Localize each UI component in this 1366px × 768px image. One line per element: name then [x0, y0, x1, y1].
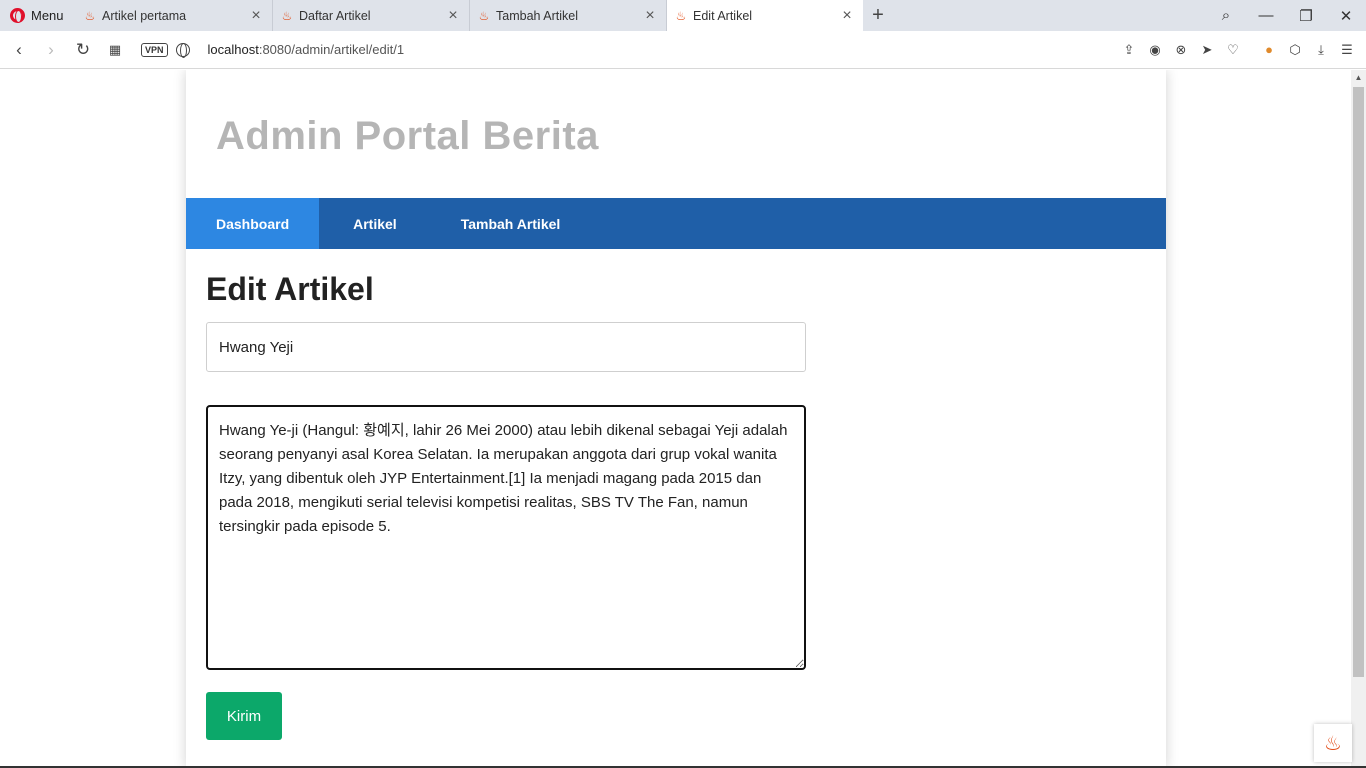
browser-tab[interactable]: ♨ Daftar Artikel ×	[273, 0, 470, 31]
settings-icon[interactable]: ☰	[1334, 42, 1360, 58]
forward-icon[interactable]: ›	[35, 40, 67, 60]
back-icon[interactable]: ‹	[3, 40, 35, 60]
tabs-grid-icon[interactable]: ▦	[99, 42, 131, 58]
minimize-icon[interactable]: —	[1246, 7, 1286, 24]
tab-title: Daftar Artikel	[299, 8, 371, 23]
fire-icon: ♨	[281, 8, 293, 23]
close-window-icon[interactable]: ✕	[1326, 7, 1366, 25]
cube-icon[interactable]: ⬡	[1282, 42, 1308, 58]
submit-button[interactable]: Kirim	[206, 692, 282, 740]
fire-icon: ♨	[478, 8, 490, 23]
search-icon[interactable]: ⌕	[1206, 7, 1246, 24]
opera-logo-icon	[10, 8, 25, 23]
tab-title: Tambah Artikel	[496, 8, 578, 23]
toolbar-icons: ⇪ ◉ ⊗ ➤ ♡ ● ⬡ ⤓ ☰	[1116, 42, 1366, 58]
page-container: Admin Portal Berita Dashboard Artikel Ta…	[186, 70, 1166, 768]
send-icon[interactable]: ➤	[1194, 42, 1220, 58]
address-bar: ‹ › ↻ ▦ VPN localhost:8080/admin/artikel…	[0, 31, 1366, 69]
heart-icon[interactable]: ♡	[1220, 42, 1246, 58]
nav-tambah-artikel[interactable]: Tambah Artikel	[431, 198, 591, 249]
edit-form-section: Edit Artikel Hwang Ye-ji (Hangul: 황예지, l…	[186, 249, 1166, 740]
browser-tab-active[interactable]: ♨ Edit Artikel ×	[667, 0, 863, 31]
new-tab-button[interactable]: +	[863, 0, 893, 31]
body-textarea[interactable]: Hwang Ye-ji (Hangul: 황예지, lahir 26 Mei 2…	[206, 405, 806, 670]
reload-icon[interactable]: ↻	[67, 40, 99, 60]
main-nav: Dashboard Artikel Tambah Artikel	[186, 198, 1166, 249]
share-icon[interactable]: ⇪	[1116, 42, 1142, 58]
window-controls: ⌕ — ❐ ✕	[1206, 0, 1366, 31]
wallet-icon[interactable]: ●	[1256, 42, 1282, 57]
page-viewport: Admin Portal Berita Dashboard Artikel Ta…	[0, 70, 1366, 768]
tab-title: Artikel pertama	[102, 8, 187, 23]
title-input[interactable]	[206, 322, 806, 372]
browser-tab[interactable]: ♨ Artikel pertama ×	[76, 0, 273, 31]
close-icon[interactable]: ×	[445, 7, 461, 25]
download-icon[interactable]: ⤓	[1308, 42, 1334, 58]
close-icon[interactable]: ×	[839, 7, 855, 25]
vpn-badge[interactable]: VPN	[141, 42, 168, 57]
url-host: localhost	[207, 42, 259, 57]
fire-icon: ♨	[84, 8, 96, 23]
url-path: :8080/admin/artikel/edit/1	[258, 42, 405, 57]
codeigniter-toolbar-icon[interactable]: ♨	[1314, 724, 1352, 762]
page-scrollbar[interactable]: ▲	[1351, 70, 1366, 768]
nav-artikel[interactable]: Artikel	[319, 198, 431, 249]
close-icon[interactable]: ×	[642, 7, 658, 25]
menu-label: Menu	[31, 8, 64, 23]
page-title: Edit Artikel	[206, 271, 374, 307]
browser-tab[interactable]: ♨ Tambah Artikel ×	[470, 0, 667, 31]
fire-icon: ♨	[675, 8, 687, 23]
adblock-icon[interactable]: ⊗	[1168, 42, 1194, 58]
site-header: Admin Portal Berita	[186, 70, 1166, 198]
scroll-thumb[interactable]	[1353, 87, 1364, 677]
browser-tab-strip: Menu ♨ Artikel pertama × ♨ Daftar Artike…	[0, 0, 1366, 31]
scroll-up-icon[interactable]: ▲	[1351, 70, 1366, 86]
site-title: Admin Portal Berita	[216, 114, 599, 158]
camera-icon[interactable]: ◉	[1142, 42, 1168, 58]
globe-icon	[175, 42, 190, 58]
url-field[interactable]: localhost:8080/admin/artikel/edit/1	[208, 42, 405, 57]
opera-menu-button[interactable]: Menu	[0, 0, 76, 31]
restore-icon[interactable]: ❐	[1286, 7, 1326, 25]
close-icon[interactable]: ×	[248, 7, 264, 25]
nav-dashboard[interactable]: Dashboard	[186, 198, 320, 249]
tab-title: Edit Artikel	[693, 8, 753, 23]
